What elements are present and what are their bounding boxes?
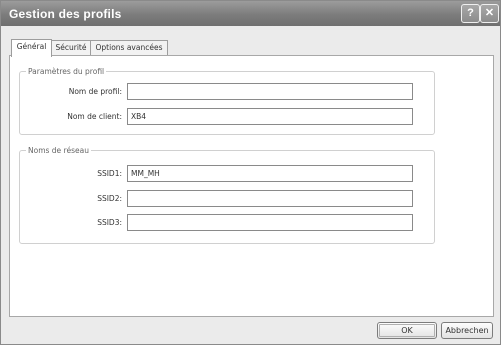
profile-params-legend: Paramètres du profil: [28, 67, 105, 76]
ssid2-label: SSID2:: [97, 194, 122, 203]
client-name-input[interactable]: XB4: [127, 108, 413, 125]
tab-advanced-options-label: Options avancées: [95, 43, 163, 52]
profile-name-label: Nom de profil:: [68, 87, 122, 96]
tab-general-label: Général: [16, 42, 47, 51]
ssid1-input[interactable]: MM_MH: [127, 165, 413, 182]
network-names-legend: Noms de réseau: [28, 146, 89, 155]
tab-security[interactable]: Sécurité: [51, 40, 91, 56]
tab-general[interactable]: Général: [11, 39, 52, 57]
ssid2-input[interactable]: [127, 190, 413, 207]
profile-name-input[interactable]: [127, 83, 413, 100]
profile-management-dialog: Gestion des profils ? ✕ Général Sécurité…: [0, 0, 501, 345]
title-bar[interactable]: Gestion des profils ? ✕: [1, 1, 500, 26]
close-icon: ✕: [484, 7, 495, 19]
help-button[interactable]: ?: [461, 4, 480, 23]
help-icon: ?: [467, 7, 474, 19]
client-name-label: Nom de client:: [67, 112, 122, 121]
ssid3-input[interactable]: [127, 214, 413, 231]
close-button[interactable]: ✕: [480, 4, 499, 23]
tab-advanced-options[interactable]: Options avancées: [90, 40, 168, 56]
window-title: Gestion des profils: [9, 7, 122, 21]
ok-button[interactable]: OK: [377, 322, 437, 339]
ssid3-label: SSID3:: [97, 218, 122, 227]
general-tab-panel: Paramètres du profil Nom de profil: Nom …: [9, 55, 494, 317]
tab-security-label: Sécurité: [55, 43, 87, 52]
ssid1-label: SSID1:: [97, 169, 122, 178]
cancel-button[interactable]: Abbrechen: [441, 322, 493, 339]
